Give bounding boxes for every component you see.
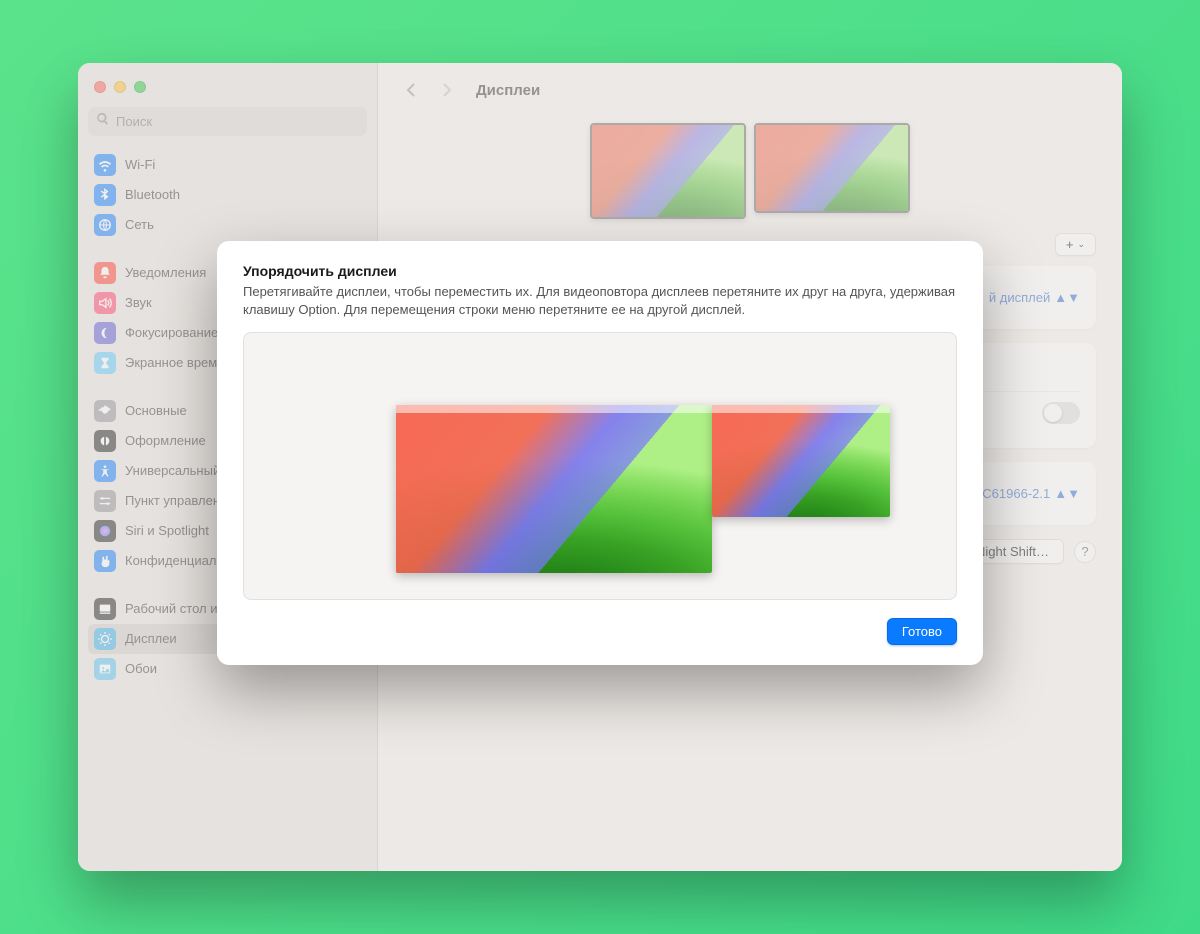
arrange-display-2[interactable] [712, 405, 890, 517]
modal-overlay: Упорядочить дисплеи Перетягивайте диспле… [78, 63, 1122, 871]
settings-window: Wi-FiBluetoothСетьУведомленияЗвукФокусир… [78, 63, 1122, 871]
modal-title: Упорядочить дисплеи [243, 263, 957, 279]
done-button[interactable]: Готово [887, 618, 957, 645]
menu-bar-indicator[interactable] [396, 405, 712, 413]
arrange-canvas[interactable] [243, 332, 957, 600]
menu-bar-indicator[interactable] [712, 405, 890, 413]
arrange-displays-modal: Упорядочить дисплеи Перетягивайте диспле… [217, 241, 983, 665]
modal-description: Перетягивайте дисплеи, чтобы переместить… [243, 283, 957, 318]
arrange-display-1[interactable] [396, 405, 712, 573]
